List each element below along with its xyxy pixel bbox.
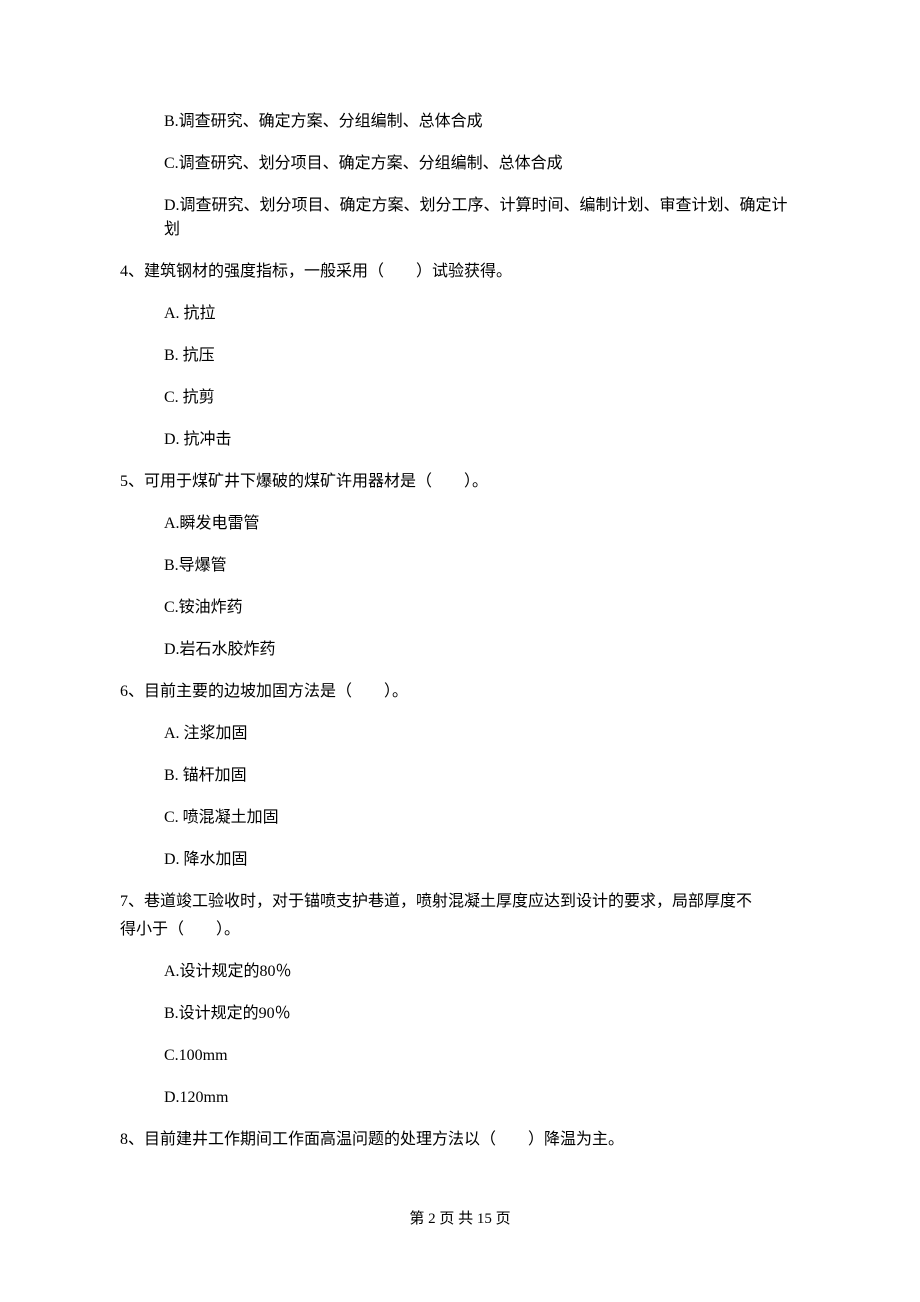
prev-option-c: C.调查研究、划分项目、确定方案、分组编制、总体合成 <box>164 152 800 176</box>
prev-option-b: B.调查研究、确定方案、分组编制、总体合成 <box>164 110 800 134</box>
document-page: B.调查研究、确定方案、分组编制、总体合成 C.调查研究、划分项目、确定方案、分… <box>0 0 920 1302</box>
question-5-option-c: C.铵油炸药 <box>164 596 800 620</box>
question-7-option-a: A.设计规定的80％ <box>164 960 800 984</box>
prev-option-d-text: D.调查研究、划分项目、确定方案、划分工序、计算时间、编制计划、审查计划、确定计… <box>164 197 788 238</box>
question-6-option-d: D. 降水加固 <box>164 848 800 872</box>
question-5-prompt: 5、可用于煤矿井下爆破的煤矿许用器材是（ ）。 <box>120 470 800 494</box>
page-footer: 第 2 页 共 15 页 <box>0 1208 920 1231</box>
question-7-prompt-line1: 7、巷道竣工验收时，对于锚喷支护巷道，喷射混凝土厚度应达到设计的要求，局部厚度不 <box>120 890 800 914</box>
prev-option-d: D.调查研究、划分项目、确定方案、划分工序、计算时间、编制计划、审查计划、确定计… <box>164 194 800 242</box>
question-6-option-c: C. 喷混凝土加固 <box>164 806 800 830</box>
question-6-option-a: A. 注浆加固 <box>164 722 800 746</box>
question-6-prompt: 6、目前主要的边坡加固方法是（ ）。 <box>120 680 800 704</box>
question-7-prompt-line2: 得小于（ ）。 <box>120 918 800 942</box>
question-5-option-a: A.瞬发电雷管 <box>164 512 800 536</box>
question-7-option-c: C.100mm <box>164 1044 800 1068</box>
question-4-option-a: A. 抗拉 <box>164 302 800 326</box>
question-8-prompt: 8、目前建井工作期间工作面高温问题的处理方法以（ ）降温为主。 <box>120 1128 800 1152</box>
question-4-prompt: 4、建筑钢材的强度指标，一般采用（ ）试验获得。 <box>120 260 800 284</box>
question-7-option-b: B.设计规定的90％ <box>164 1002 800 1026</box>
question-7-option-d: D.120mm <box>164 1086 800 1110</box>
question-5-option-b: B.导爆管 <box>164 554 800 578</box>
question-5-option-d: D.岩石水胶炸药 <box>164 638 800 662</box>
question-4-option-b: B. 抗压 <box>164 344 800 368</box>
question-4-option-c: C. 抗剪 <box>164 386 800 410</box>
question-4-option-d: D. 抗冲击 <box>164 428 800 452</box>
question-6-option-b: B. 锚杆加固 <box>164 764 800 788</box>
